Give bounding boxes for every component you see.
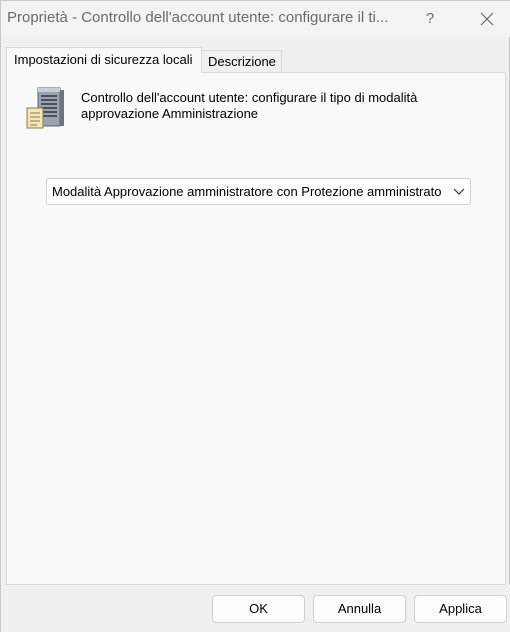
mode-select-value: Modalità Approvazione amministratore con…: [52, 184, 442, 199]
tab-local-security-settings[interactable]: Impostazioni di sicurezza locali: [6, 47, 202, 73]
server-policy-icon: [26, 87, 64, 129]
mode-select[interactable]: Modalità Approvazione amministratore con…: [46, 178, 471, 205]
help-button[interactable]: ?: [415, 1, 445, 37]
ok-button[interactable]: OK: [212, 595, 305, 623]
apply-button[interactable]: Applica: [414, 595, 507, 623]
properties-dialog: Proprietà - Controllo dell'account utent…: [0, 0, 510, 632]
window-title: Proprietà - Controllo dell'account utent…: [7, 9, 389, 26]
title-bar[interactable]: Proprietà - Controllo dell'account utent…: [1, 1, 510, 37]
policy-description: Controllo dell'account utente: configura…: [81, 90, 418, 121]
close-icon: [480, 12, 494, 26]
tab-panel: Controllo dell'account utente: configura…: [6, 72, 506, 585]
close-button[interactable]: [467, 1, 507, 37]
cancel-button[interactable]: Annulla: [313, 595, 406, 623]
tab-description[interactable]: Descrizione: [202, 50, 282, 72]
chevron-down-icon: [453, 188, 465, 195]
